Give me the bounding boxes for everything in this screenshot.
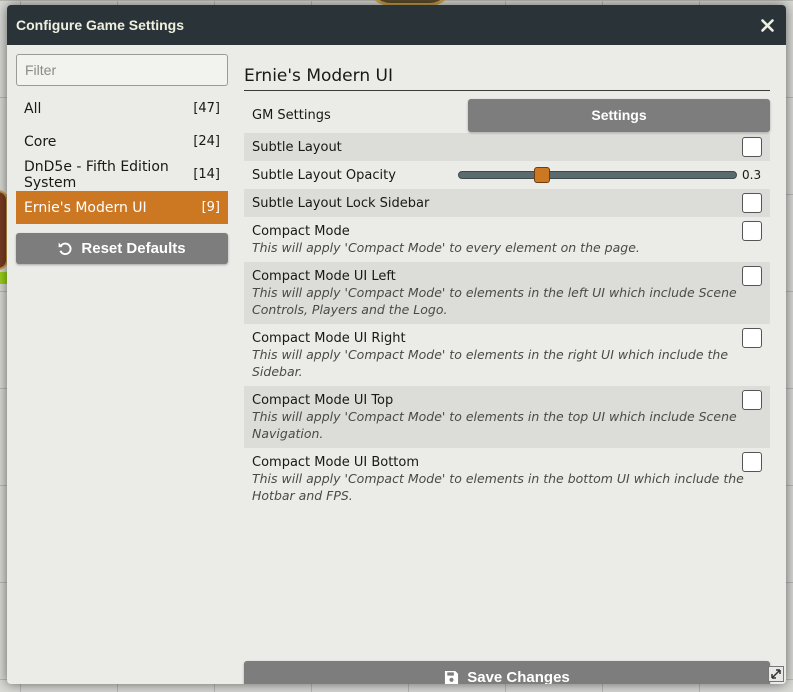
compact-mode-top-checkbox[interactable] [742, 390, 762, 410]
category-label: All [24, 100, 42, 117]
setting-subtle-layout-lock-sidebar: Subtle Layout Lock Sidebar [244, 189, 770, 217]
category-count: [47] [193, 101, 220, 116]
category-item-ernies-modern-ui[interactable]: Ernie's Modern UI [9] [16, 191, 228, 224]
setting-notes: This will apply 'Compact Mode' to every … [252, 240, 640, 255]
close-icon[interactable] [756, 14, 778, 36]
gm-settings-button[interactable]: Settings [468, 98, 770, 132]
setting-subtle-layout: Subtle Layout [244, 133, 770, 161]
category-label: Core [24, 133, 57, 150]
subtle-layout-checkbox[interactable] [742, 137, 762, 157]
setting-subtle-layout-opacity: Subtle Layout Opacity 0.3 [244, 161, 770, 189]
setting-label: Subtle Layout [252, 139, 342, 155]
setting-compact-mode-bottom: Compact Mode UI Bottom This will apply '… [244, 448, 770, 510]
category-count: [24] [193, 134, 220, 149]
setting-notes: This will apply 'Compact Mode' to elemen… [252, 347, 729, 379]
category-label: Ernie's Modern UI [24, 199, 147, 216]
category-item-core[interactable]: Core [24] [16, 125, 228, 158]
setting-compact-mode: Compact Mode This will apply 'Compact Mo… [244, 217, 770, 262]
category-item-dnd5e[interactable]: DnD5e - Fifth Edition System [14] [16, 158, 228, 191]
category-item-all[interactable]: All [47] [16, 92, 228, 125]
setting-notes: This will apply 'Compact Mode' to elemen… [252, 409, 737, 441]
floppy-disk-icon [445, 670, 459, 684]
category-count: [9] [201, 200, 220, 215]
resize-handle-icon[interactable] [768, 666, 784, 682]
reset-defaults-label: Reset Defaults [81, 240, 186, 257]
category-count: [14] [193, 167, 220, 182]
filter-input[interactable] [16, 54, 228, 86]
compact-mode-bottom-checkbox[interactable] [742, 452, 762, 472]
compact-mode-left-checkbox[interactable] [742, 266, 762, 286]
compact-mode-checkbox[interactable] [742, 221, 762, 241]
undo-icon [58, 242, 72, 255]
setting-label: GM Settings [252, 107, 331, 123]
opacity-value: 0.3 [742, 168, 762, 182]
window-title: Configure Game Settings [16, 17, 185, 33]
opacity-slider[interactable] [458, 167, 737, 183]
setting-compact-mode-top: Compact Mode UI Top This will apply 'Com… [244, 386, 770, 448]
save-changes-label: Save Changes [467, 668, 570, 685]
subtle-lock-sidebar-checkbox[interactable] [742, 193, 762, 213]
setting-label: Compact Mode UI Left [252, 268, 396, 284]
settings-window: Configure Game Settings All [47] Core [2… [7, 5, 786, 684]
setting-label: Compact Mode UI Top [252, 392, 394, 408]
category-label: DnD5e - Fifth Edition System [24, 158, 169, 191]
setting-label: Compact Mode UI Bottom [252, 454, 420, 470]
category-sidebar: All [47] Core [24] DnD5e - Fifth Edition… [16, 54, 228, 264]
compact-mode-right-checkbox[interactable] [742, 328, 762, 348]
category-list: All [47] Core [24] DnD5e - Fifth Edition… [16, 92, 228, 224]
setting-label: Compact Mode UI Right [252, 330, 406, 346]
setting-compact-mode-left: Compact Mode UI Left This will apply 'Co… [244, 262, 770, 324]
background-marker [0, 272, 7, 284]
reset-defaults-button[interactable]: Reset Defaults [16, 233, 228, 264]
setting-notes: This will apply 'Compact Mode' to elemen… [252, 471, 744, 503]
window-content: All [47] Core [24] DnD5e - Fifth Edition… [7, 45, 786, 684]
window-titlebar[interactable]: Configure Game Settings [7, 5, 786, 45]
save-changes-button[interactable]: Save Changes [244, 661, 770, 684]
setting-notes: This will apply 'Compact Mode' to elemen… [252, 285, 737, 317]
setting-label: Compact Mode [252, 223, 350, 239]
settings-panel: Ernie's Modern UI GM Settings Settings S… [244, 63, 770, 684]
setting-label: Subtle Layout Lock Sidebar [252, 195, 430, 211]
setting-gm-settings: GM Settings Settings [244, 97, 770, 133]
settings-list: GM Settings Settings Subtle Layout Subtl… [244, 97, 770, 510]
module-title: Ernie's Modern UI [244, 63, 770, 91]
opacity-slider-handle[interactable] [534, 167, 551, 183]
setting-label: Subtle Layout Opacity [252, 167, 396, 183]
setting-compact-mode-right: Compact Mode UI Right This will apply 'C… [244, 324, 770, 386]
